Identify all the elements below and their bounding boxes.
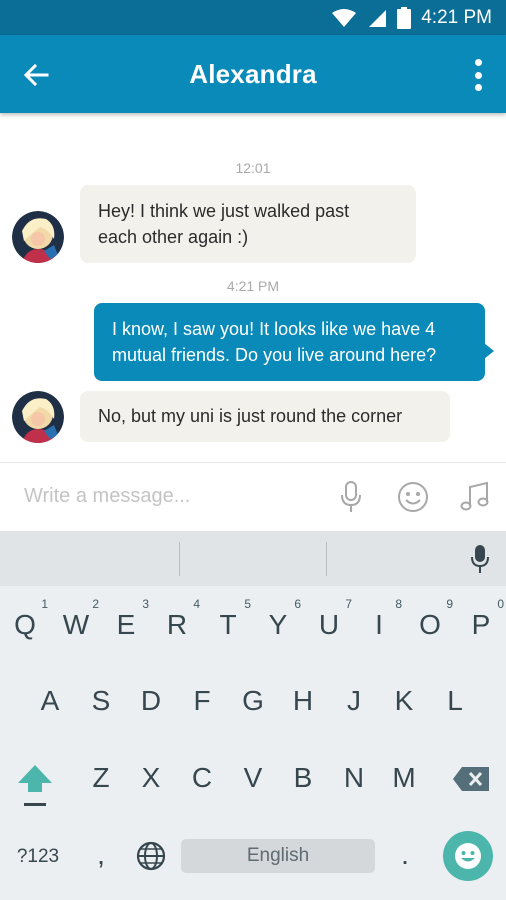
- emoji-key-icon[interactable]: [443, 831, 493, 881]
- key-v[interactable]: V: [228, 762, 278, 794]
- message-bubble-incoming[interactable]: No, but my uni is just round the corner: [80, 391, 450, 442]
- app-bar: Alexandra: [0, 35, 506, 113]
- suggestion-strip[interactable]: [0, 531, 506, 586]
- chat-thread[interactable]: 12:01 Hey! I think we just walked past e…: [0, 113, 506, 462]
- key-w[interactable]: W2: [51, 597, 101, 641]
- key-c[interactable]: C: [177, 762, 227, 794]
- symbols-key[interactable]: ?123: [12, 846, 64, 868]
- key-n[interactable]: N: [329, 762, 379, 794]
- keyboard: Q1 W2 E3 R4 T5 Y6 U7 I8 O9 P0 A S D F G …: [0, 531, 506, 900]
- message-text: No, but my uni is just round the corner: [98, 406, 403, 426]
- key-h[interactable]: H: [278, 685, 328, 717]
- key-f[interactable]: F: [177, 685, 227, 717]
- message-text: Hey! I think we just walked past: [98, 201, 350, 221]
- message-text: I know, I saw you! It looks like we have…: [112, 319, 436, 339]
- key-o[interactable]: O9: [405, 597, 455, 641]
- avatar[interactable]: [12, 391, 64, 443]
- timestamp: 12:01: [235, 160, 271, 176]
- key-d[interactable]: D: [126, 685, 176, 717]
- status-time: 4:21 PM: [421, 7, 492, 28]
- message-bubble-outgoing[interactable]: I know, I saw you! It looks like we have…: [94, 303, 494, 381]
- divider: [326, 542, 327, 576]
- status-bar: 4:21 PM: [0, 0, 506, 35]
- key-a[interactable]: A: [25, 685, 75, 717]
- key-j[interactable]: J: [329, 685, 379, 717]
- key-b[interactable]: B: [278, 762, 328, 794]
- timestamp: 4:21 PM: [226, 278, 280, 294]
- message-text: mutual friends. Do you live around here?: [112, 345, 437, 365]
- keyboard-mic-icon[interactable]: [470, 544, 490, 574]
- message-input[interactable]: Write a message...: [24, 485, 190, 508]
- signal-wifi-icon: [332, 9, 357, 27]
- key-y[interactable]: Y6: [253, 597, 303, 641]
- more-vert-icon[interactable]: [466, 57, 490, 93]
- key-period[interactable]: .: [380, 839, 430, 871]
- status-icons: 4:21 PM: [331, 6, 492, 30]
- message-bubble-incoming[interactable]: Hey! I think we just walked past each ot…: [80, 185, 416, 263]
- key-comma[interactable]: ,: [76, 839, 126, 871]
- key-l[interactable]: L: [430, 685, 480, 717]
- emoji-icon[interactable]: [396, 480, 430, 514]
- key-t[interactable]: T5: [203, 597, 253, 641]
- backspace-icon[interactable]: [452, 766, 490, 792]
- message-composer: Write a message...: [0, 462, 506, 531]
- battery-icon: [397, 7, 412, 29]
- key-i[interactable]: I8: [354, 597, 404, 641]
- space-bar[interactable]: English: [181, 839, 375, 873]
- key-e[interactable]: E3: [101, 597, 151, 641]
- conversation-title: Alexandra: [189, 59, 317, 89]
- microphone-icon[interactable]: [334, 480, 368, 514]
- shift-icon[interactable]: [16, 763, 54, 809]
- music-note-icon[interactable]: [458, 480, 492, 514]
- key-q[interactable]: Q1: [0, 597, 50, 641]
- key-u[interactable]: U7: [304, 597, 354, 641]
- divider: [179, 542, 180, 576]
- message-text: each other again :): [98, 227, 249, 247]
- key-k[interactable]: K: [379, 685, 429, 717]
- key-z[interactable]: Z: [76, 762, 126, 794]
- key-x[interactable]: X: [126, 762, 176, 794]
- key-r[interactable]: R4: [152, 597, 202, 641]
- signal-cell-icon: [369, 10, 387, 27]
- key-m[interactable]: M: [379, 762, 429, 794]
- key-g[interactable]: G: [228, 685, 278, 717]
- key-s[interactable]: S: [76, 685, 126, 717]
- globe-icon[interactable]: [136, 841, 166, 871]
- key-p[interactable]: P0: [456, 597, 506, 641]
- avatar[interactable]: [12, 211, 64, 263]
